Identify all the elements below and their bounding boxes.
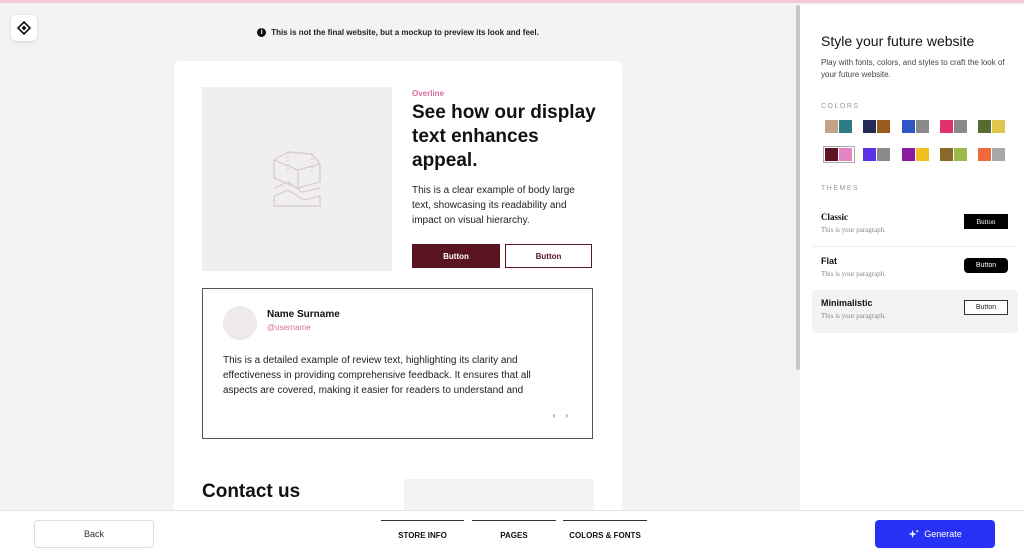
step-store-info[interactable]: STORE INFO [381,520,464,549]
sidebar-subtitle: Play with fonts, colors, and styles to c… [821,58,1005,79]
theme-paragraph: This is your paragraph. [821,312,886,320]
color-swatch [863,120,876,133]
color-swatch [902,120,915,133]
footer-bar: Back STORE INFO PAGES COLORS & FONTS Gen… [0,510,1024,549]
color-swatch [839,148,852,161]
color-swatch [825,148,838,161]
hero-body-text: This is a clear example of body large te… [412,185,575,226]
color-swatch [916,120,929,133]
info-icon: i [257,28,267,37]
hero-primary-button[interactable]: Button [412,244,500,268]
generate-button[interactable]: Generate [875,520,995,548]
divider [812,246,1018,247]
color-palette-option[interactable] [825,120,853,133]
contact-title: Contact us [202,481,301,502]
back-button[interactable]: Back [34,520,154,548]
theme-paragraph: This is your paragraph. [821,226,886,234]
color-swatch [916,148,929,161]
theme-sample-button: Button [964,300,1008,315]
mockup-notice: i This is not the final website, but a m… [0,28,796,37]
generate-label: Generate [924,529,962,539]
color-swatch [902,148,915,161]
top-accent-line [0,0,1024,3]
image-placeholder-icon [272,151,322,207]
color-palette-option[interactable] [902,120,930,133]
color-swatch [954,148,967,161]
color-swatch [877,148,890,161]
color-palette-option[interactable] [902,148,930,161]
theme-sample-button: Button [964,214,1008,229]
color-palette-option[interactable] [978,120,1006,133]
color-swatch [825,120,838,133]
color-swatch [978,148,991,161]
color-swatch [992,148,1005,161]
theme-name: Minimalistic [821,298,873,308]
color-swatch [992,120,1005,133]
color-palette-option[interactable] [823,146,855,163]
review-nav: ‹ › [553,411,568,420]
reviewer-name: Name Surname [267,309,340,320]
hero-image-placeholder [202,87,392,271]
color-swatch [940,148,953,161]
style-sidebar: Style your future website Play with font… [800,5,1024,510]
color-swatch [839,120,852,133]
arrow-right-icon[interactable]: › [565,411,568,420]
review-text: This is a detailed example of review tex… [223,355,531,396]
color-palette-option[interactable] [940,120,968,133]
theme-classic[interactable]: Classic This is your paragraph. Button [812,204,1018,247]
color-swatch [978,120,991,133]
color-palette-option[interactable] [940,148,968,161]
color-palette-option[interactable] [863,120,891,133]
colors-label: COLORS [821,103,860,110]
color-palette-option[interactable] [978,148,1006,161]
avatar [223,306,257,340]
notice-text: This is not the final website, but a moc… [271,28,539,37]
color-swatch [954,120,967,133]
color-swatch [863,148,876,161]
theme-name: Flat [821,256,838,266]
review-card: Name Surname @username This is a detaile… [202,288,593,439]
theme-flat[interactable]: Flat This is your paragraph. Button [812,248,1018,291]
themes-label: THEMES [821,185,860,192]
theme-sample-button: Button [964,258,1008,273]
sidebar-title: Style your future website [821,33,975,49]
website-preview: Overline See how our display text enhanc… [174,61,622,521]
step-pages[interactable]: PAGES [472,520,556,549]
step-colors-fonts[interactable]: COLORS & FONTS [563,520,647,549]
color-swatch [940,120,953,133]
hero-display-text: See how our display text enhances appeal… [412,102,596,171]
sparkle-icon [908,528,920,538]
theme-minimalistic[interactable]: Minimalistic This is your paragraph. But… [812,290,1018,333]
hero-secondary-button[interactable]: Button [505,244,592,268]
theme-paragraph: This is your paragraph. [821,270,886,278]
hero-overline: Overline [412,89,445,98]
theme-name: Classic [821,212,848,222]
arrow-left-icon[interactable]: ‹ [553,411,556,420]
color-swatch [877,120,890,133]
color-palette-option[interactable] [863,148,891,161]
reviewer-username: @username [267,323,311,332]
